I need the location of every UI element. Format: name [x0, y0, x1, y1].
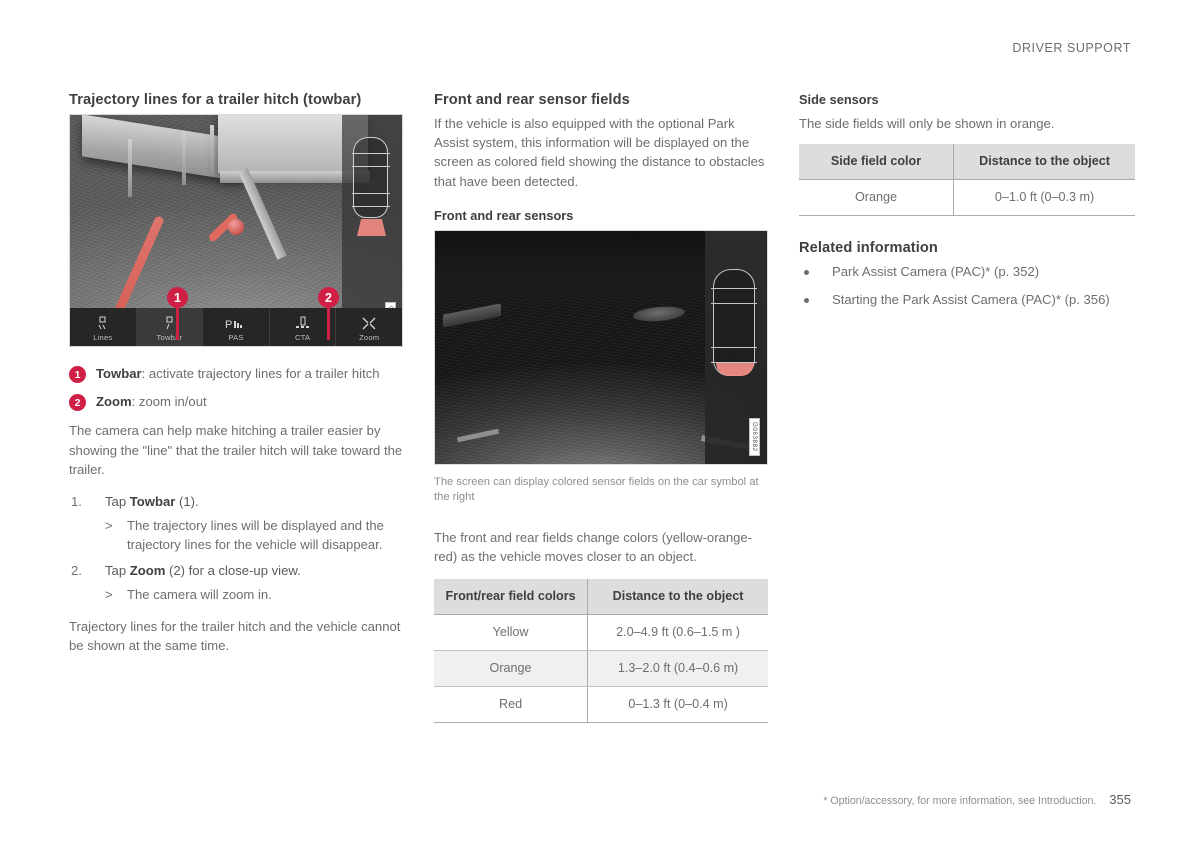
- subsection-heading-front-rear-sensors: Front and rear sensors: [434, 207, 574, 223]
- section-heading-front-rear-sensor-fields: Front and rear sensor fields: [434, 92, 630, 108]
- step-suffix: (2) for a close-up view.: [165, 562, 301, 578]
- table-header-cell: Front/rear field colors: [434, 579, 589, 616]
- table-cell-color: Red: [434, 686, 589, 724]
- car-symbol: [351, 137, 390, 218]
- running-header: DRIVER SUPPORT: [1012, 41, 1131, 55]
- night-camera-image: G063882: [434, 229, 768, 465]
- camera-toolbar: Lines Towbar P PAS CTA Zoom: [70, 308, 402, 346]
- key-term: Zoom: [96, 394, 132, 410]
- callout-marker-2: 2: [318, 287, 339, 308]
- table-cell-distance: 2.0–4.9 ft (0.6–1.5 m ): [587, 614, 768, 652]
- intro-paragraph: The side fields will only be shown in or…: [799, 116, 1055, 131]
- related-information-list: Park Assist Camera (PAC)* (p. 352) Start…: [799, 262, 1135, 309]
- trailer-post: [128, 139, 132, 197]
- page-columns: Trajectory lines for a trailer hitch (to…: [69, 92, 1135, 724]
- key-description: zoom in/out: [138, 394, 207, 410]
- key-text: Towbar: activate trajectory lines for a …: [96, 364, 380, 383]
- step-prefix: Tap: [105, 562, 130, 578]
- figure-caption: The screen can display colored sensor fi…: [434, 475, 759, 504]
- front-rear-field-colors-table: Front/rear field colors Distance to the …: [434, 579, 768, 724]
- related-information-heading: Related information: [799, 240, 938, 257]
- figure-id-code: G063882: [749, 418, 760, 456]
- rear-sensor-field: [357, 219, 386, 236]
- table-cell-color: Orange: [799, 179, 955, 217]
- subsection-heading-side-sensors: Side sensors: [799, 92, 879, 107]
- closing-paragraph: Trajectory lines for the trailer hitch a…: [69, 619, 401, 654]
- table-header-cell: Distance to the object: [953, 144, 1135, 181]
- step-suffix: (1).: [175, 494, 199, 510]
- table-cell-distance: 1.3–2.0 ft (0.4–0.6 m): [587, 650, 768, 688]
- hitch-ball: [228, 219, 244, 235]
- camera-button-lines[interactable]: Lines: [70, 308, 137, 346]
- table-row: Yellow 2.0–4.9 ft (0.6–1.5 m ): [434, 614, 768, 652]
- step-term: Towbar: [129, 494, 176, 510]
- table-cell-distance: 0–1.3 ft (0–0.4 m): [587, 686, 768, 724]
- left-column: Trajectory lines for a trailer hitch (to…: [69, 92, 403, 723]
- svg-text:P: P: [225, 319, 233, 330]
- callout-leader-1: [176, 306, 179, 340]
- table-header-row: Front/rear field colors Distance to the …: [434, 579, 768, 616]
- camera-button-label: CTA: [294, 333, 311, 342]
- step-prefix: Tap: [105, 494, 130, 510]
- page-footer: * Option/accessory, for more information…: [823, 792, 1131, 807]
- step-result: The camera will zoom in.: [105, 585, 403, 604]
- key-separator: :: [141, 366, 149, 381]
- table-row: Orange 1.3–2.0 ft (0.4–0.6 m): [434, 650, 768, 688]
- towbar-camera-image: G020817 Lines: [69, 114, 403, 347]
- footnote-text: * Option/accessory, for more information…: [823, 795, 1097, 807]
- camera-button-label: Lines: [93, 333, 113, 342]
- table-cell-distance: 0–1.0 ft (0–0.3 m): [953, 179, 1135, 217]
- camera-button-towbar[interactable]: Towbar: [136, 308, 204, 346]
- camera-button-label: Zoom: [359, 333, 380, 342]
- key-text: Zoom: zoom in/out: [96, 392, 207, 411]
- side-field-color-table: Side field color Distance to the object …: [799, 144, 1135, 217]
- key-description: activate trajectory lines for a trailer …: [148, 366, 380, 381]
- table-header-row: Side field color Distance to the object: [799, 144, 1135, 181]
- cta-icon: [295, 314, 311, 333]
- procedure-steps: Tap Towbar (1). The trajectory lines wil…: [69, 492, 403, 604]
- camera-button-pas[interactable]: P PAS: [203, 308, 270, 346]
- towbar-icon: [162, 314, 177, 333]
- middle-column: Front and rear sensor fields If the vehi…: [434, 92, 768, 724]
- intro-paragraph: If the vehicle is also equipped with the…: [434, 116, 765, 189]
- figure-key-list: 1 Towbar: activate trajectory lines for …: [69, 364, 403, 412]
- car-symbol: [711, 268, 757, 376]
- pas-icon: P: [225, 314, 247, 333]
- page-title: Trajectory lines for a trailer hitch (to…: [69, 92, 362, 108]
- related-link-starting-park-assist-camera[interactable]: Starting the Park Assist Camera (PAC)* (…: [799, 290, 1135, 309]
- trailer-post: [210, 125, 214, 175]
- figure-key-item: 2 Zoom: zoom in/out: [69, 392, 403, 412]
- key-term: Towbar: [96, 366, 142, 381]
- table-row: Orange 0–1.0 ft (0–0.3 m): [799, 179, 1135, 217]
- camera-button-zoom[interactable]: Zoom: [336, 308, 402, 346]
- callout-marker-1: 1: [167, 287, 188, 308]
- related-link-park-assist-camera[interactable]: Park Assist Camera (PAC)* (p. 352): [799, 262, 1135, 281]
- table-header-cell: Side field color: [799, 144, 955, 181]
- step-item: Tap Zoom (2) for a close-up view. The ca…: [69, 561, 403, 605]
- towbar-camera-figure: G020817 Lines: [69, 114, 403, 347]
- step-item: Tap Towbar (1). The trajectory lines wil…: [69, 492, 403, 555]
- lines-icon: [95, 314, 110, 333]
- table-cell-color: Yellow: [434, 614, 589, 652]
- table-row: Red 0–1.3 ft (0–0.4 m): [434, 686, 768, 724]
- key-number: 1: [69, 366, 86, 383]
- key-separator: :: [131, 394, 139, 410]
- camera-button-label: PAS: [228, 333, 244, 342]
- trailer-post: [182, 131, 186, 185]
- step-term: Zoom: [129, 562, 166, 578]
- body-paragraph: The front and rear fields change colors …: [434, 530, 753, 565]
- step-result: The trajectory lines will be displayed a…: [105, 516, 403, 554]
- zoom-icon: [361, 314, 377, 333]
- figure-key-item: 1 Towbar: activate trajectory lines for …: [69, 364, 403, 383]
- page-number: 355: [1109, 792, 1131, 807]
- table-header-cell: Distance to the object: [587, 579, 768, 616]
- callout-leader-2: [327, 306, 330, 340]
- table-cell-color: Orange: [434, 650, 589, 688]
- front-rear-sensor-figure: G063882: [434, 229, 768, 465]
- intro-paragraph: The camera can help make hitching a trai…: [69, 423, 403, 477]
- key-number: 2: [69, 394, 86, 412]
- right-column: Side sensors The side fields will only b…: [799, 92, 1135, 723]
